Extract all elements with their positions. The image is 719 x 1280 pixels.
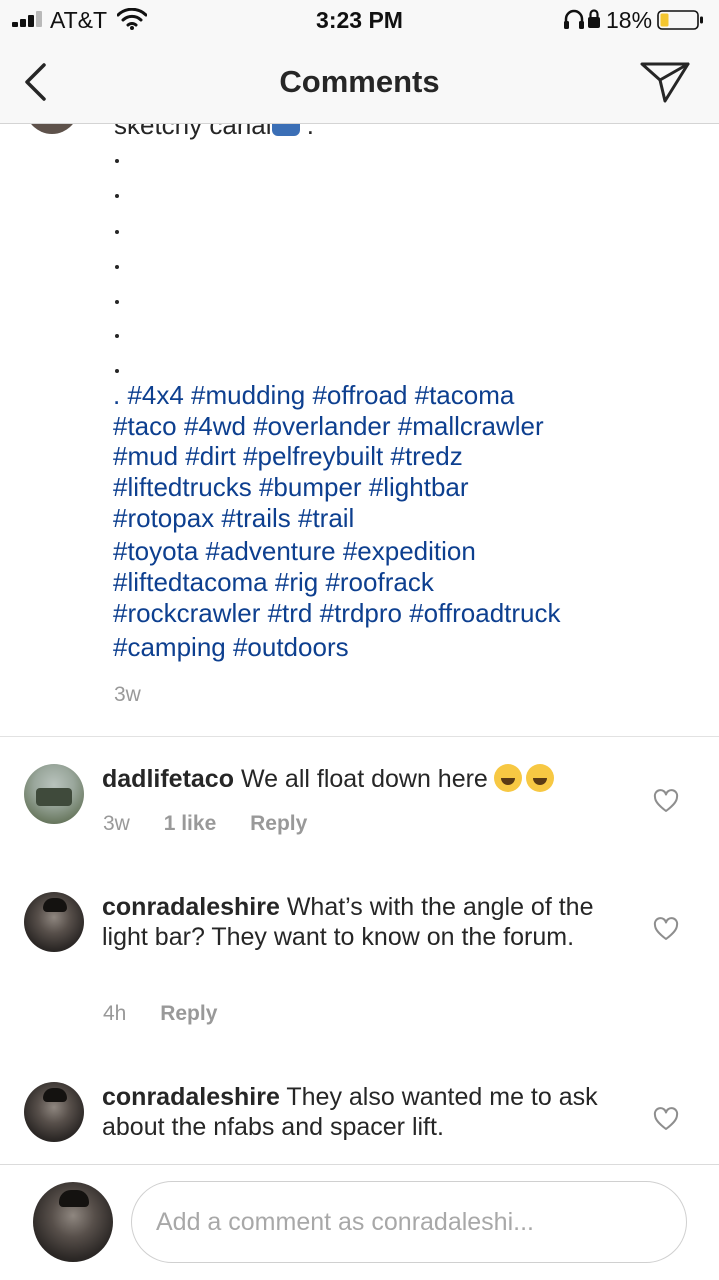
comment-likes[interactable]: 1 like bbox=[164, 812, 217, 835]
caption-author-avatar[interactable] bbox=[24, 124, 80, 134]
heart-icon[interactable] bbox=[653, 917, 679, 941]
caption-dot bbox=[115, 159, 119, 163]
rotation-lock-icon bbox=[588, 9, 600, 28]
comment-username[interactable]: conradaleshire bbox=[102, 893, 280, 921]
comments-list[interactable]: sketchy canal . . #4x4 #mudding #offroad… bbox=[0, 124, 719, 1164]
avatar[interactable] bbox=[24, 764, 84, 824]
hashtag-line[interactable]: #liftedtacoma #rig #roofrack bbox=[113, 567, 673, 598]
avatar[interactable] bbox=[24, 892, 84, 952]
emoji-icon bbox=[271, 124, 300, 136]
avatar bbox=[33, 1182, 113, 1262]
hashtag-line[interactable]: #rockcrawler #trd #trdpro #offroadtruck bbox=[113, 598, 673, 629]
page-title: Comments bbox=[279, 64, 440, 99]
navigation-bar: Comments bbox=[0, 40, 719, 124]
comment-time: 3w bbox=[103, 812, 130, 835]
comment-meta: 3w 1 like Reply bbox=[103, 812, 335, 836]
hashtag-line[interactable]: #toyota #adventure #expedition bbox=[113, 536, 673, 567]
hashtag-line[interactable]: #camping #outdoors bbox=[113, 632, 673, 663]
caption-dot bbox=[115, 265, 119, 269]
hashtag-line[interactable]: #liftedtrucks #bumper #lightbar bbox=[113, 472, 673, 503]
caption-dot bbox=[115, 194, 119, 198]
hashtag-line[interactable]: #rotopax #trails #trail bbox=[113, 503, 673, 534]
avatar[interactable] bbox=[24, 1082, 84, 1142]
comment-body: conradaleshire They also wanted me to as… bbox=[102, 1082, 612, 1142]
caption-dot bbox=[115, 230, 119, 234]
status-bar: AT&T 3:23 PM 18% bbox=[0, 0, 719, 40]
caption-dot bbox=[115, 369, 119, 373]
comment-username[interactable]: conradaleshire bbox=[102, 1083, 280, 1111]
comment-body: conradaleshire What’s with the angle of … bbox=[102, 892, 612, 952]
heart-icon[interactable] bbox=[653, 789, 679, 813]
comment-input[interactable] bbox=[131, 1181, 687, 1263]
comment-body: dadlifetaco We all float down here bbox=[102, 764, 612, 794]
caption-dot bbox=[115, 334, 119, 338]
hashtag-line[interactable]: #taco #4wd #overlander #mallcrawler bbox=[113, 411, 673, 442]
caption-timestamp: 3w bbox=[114, 683, 141, 706]
comment-input-bar bbox=[0, 1164, 719, 1280]
comment-text: We all float down here bbox=[240, 765, 488, 793]
divider bbox=[0, 736, 719, 737]
hashtag-line[interactable]: . #4x4 #mudding #offroad #tacoma bbox=[113, 380, 673, 411]
battery-icon bbox=[657, 10, 703, 30]
reply-button[interactable]: Reply bbox=[250, 812, 307, 835]
caption-dot bbox=[115, 300, 119, 304]
caption-cut-off-line: sketchy canal . bbox=[114, 124, 314, 141]
laughing-emoji-icon bbox=[493, 764, 522, 792]
comment-time: 4h bbox=[103, 1002, 127, 1025]
headphones-icon bbox=[564, 9, 584, 29]
laughing-emoji-icon bbox=[525, 764, 554, 792]
caption-hashtags: . #4x4 #mudding #offroad #tacoma #taco #… bbox=[113, 380, 673, 662]
hashtag-line[interactable]: #mud #dirt #pelfreybuilt #tredz bbox=[113, 441, 673, 472]
reply-button[interactable]: Reply bbox=[160, 1002, 217, 1025]
heart-icon[interactable] bbox=[653, 1107, 679, 1131]
direct-message-icon[interactable] bbox=[638, 59, 692, 105]
comment-meta: 4h Reply bbox=[103, 1002, 245, 1026]
comment-username[interactable]: dadlifetaco bbox=[102, 765, 234, 793]
battery-percentage: 18% bbox=[606, 7, 653, 33]
